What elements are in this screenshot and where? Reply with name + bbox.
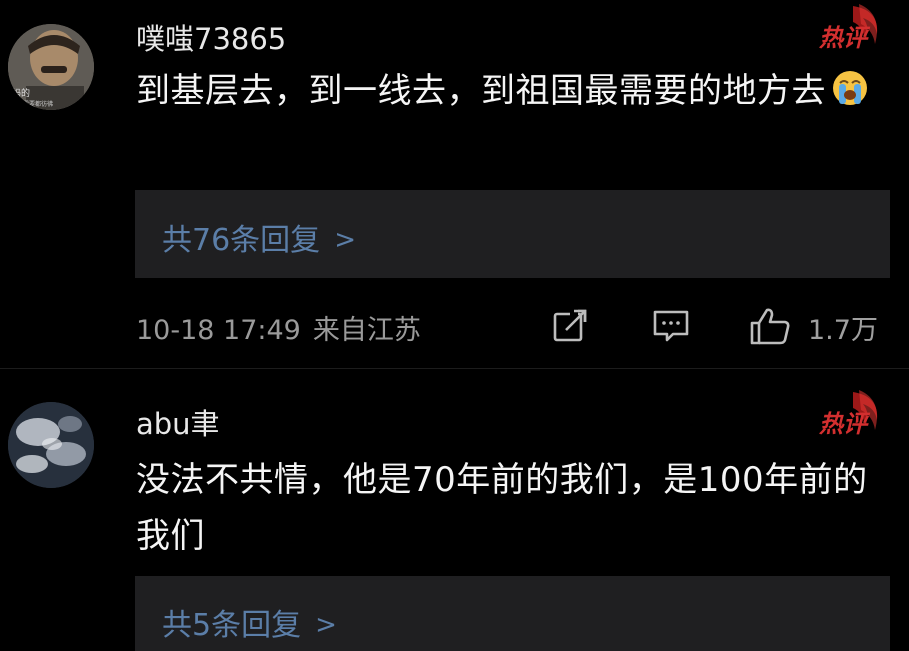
hot-comment-badge: 热评 [817,4,883,54]
chevron-right-icon: > [315,610,337,640]
timestamp: 10-18 17:49 来自江苏 [136,315,421,346]
thumbs-up-icon [750,308,790,345]
comment-item: 妈的 第次需要都彷彿 噗嗤73865 热评 到基层去，到一线去，到祖国最需要的地… [0,0,909,368]
comment-icon [653,310,689,342]
chevron-right-icon: > [334,225,356,255]
avatar-image: 妈的 第次需要都彷彿 [8,24,94,110]
avatar[interactable] [8,402,94,488]
username[interactable]: 噗嗤73865 [136,16,286,58]
like-count: 1.7万 [808,315,878,346]
svg-text:热评: 热评 [818,410,871,438]
svg-text:妈的: 妈的 [12,87,30,99]
svg-text:热评: 热评 [818,24,871,52]
view-replies-button[interactable]: 共76条回复 > [135,190,890,278]
replies-label: 共76条回复 > [162,223,356,258]
comment-meta: 10-18 17:49 来自江苏 1.7万 [136,306,890,346]
like-button[interactable]: 1.7万 [748,306,890,346]
comment-text: 没法不共情，他是70年前的我们，是100年前的我们 [136,460,868,556]
comment-button[interactable] [651,306,691,346]
comment-content: 到基层去，到一线去，到祖国最需要的地方去 [136,63,886,119]
comment-text: 到基层去，到一线去，到祖国最需要的地方去 [136,71,826,111]
share-button[interactable] [550,306,590,346]
avatar-image [8,402,94,488]
replies-label: 共5条回复 > [162,608,337,643]
comment-item: abu聿 热评 没法不共情，他是70年前的我们，是100年前的我们 共5条回复 > [0,368,909,651]
hot-comment-badge: 热评 [817,390,883,440]
share-icon [553,308,587,342]
view-replies-button[interactable]: 共5条回复 > [135,576,890,651]
location: 来自江苏 [312,315,421,346]
loudly-crying-face-icon [830,68,870,108]
username[interactable]: abu聿 [136,401,220,443]
comment-content: 没法不共情，他是70年前的我们，是100年前的我们 [136,452,886,564]
avatar[interactable]: 妈的 第次需要都彷彿 [8,24,94,110]
svg-text:第次需要都彷彿: 第次需要都彷彿 [11,100,53,108]
